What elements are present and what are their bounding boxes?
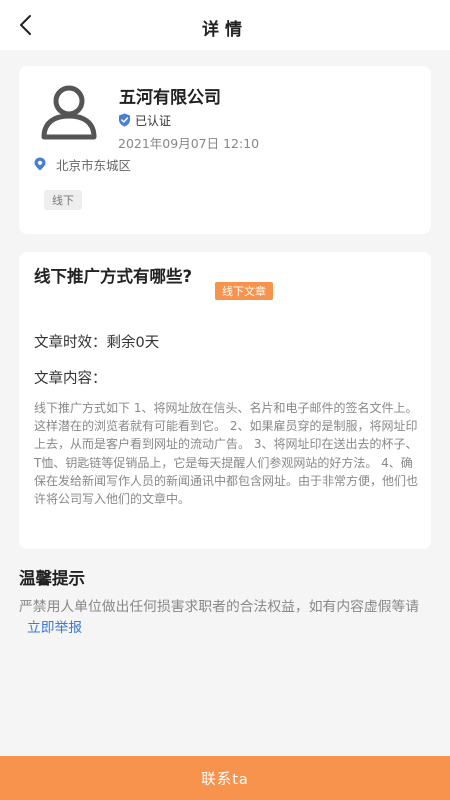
location-text: 北京市东城区 [56,157,132,173]
verified-status: 已认证 [118,112,171,128]
map-pin-icon [34,157,46,171]
tips-title: 温馨提示 [19,569,85,588]
company-card: 五河有限公司 已认证 2021年09月07日 12:10 北京市东城区 线下 [19,66,431,234]
tips-body: 严禁用人单位做出任何损害求职者的合法权益，如有内容虚假等请立即举报 [19,597,431,639]
article-content-label: 文章内容： [34,371,107,387]
article-card: 线下推广方式有哪些? 线下文章 文章时效：剩余0天 文章内容： 线下推广方式如下… [19,252,431,549]
article-content: 线下推广方式如下 1、将网址放在信头、名片和电子邮件的签名文件上。这样潜在的浏览… [34,401,419,507]
shield-check-icon [118,113,131,127]
user-avatar-icon [39,81,99,141]
publish-datetime: 2021年09月07日 12:10 [118,136,260,151]
offline-tag: 线下 [44,190,82,210]
top-nav-bar: 详情 [0,0,450,50]
report-link[interactable]: 立即举报 [27,620,82,636]
company-name: 五河有限公司 [119,88,221,108]
tips-text: 严禁用人单位做出任何损害求职者的合法权益，如有内容虚假等请 [19,599,420,615]
page-title: 详情 [202,20,248,40]
article-category-badge: 线下文章 [215,282,273,300]
article-validity: 文章时效：剩余0天 [34,335,160,351]
verified-label: 已认证 [135,113,172,128]
contact-button[interactable]: 联系ta [0,756,450,800]
location: 北京市东城区 [34,156,132,173]
article-title: 线下推广方式有哪些? [34,267,193,286]
